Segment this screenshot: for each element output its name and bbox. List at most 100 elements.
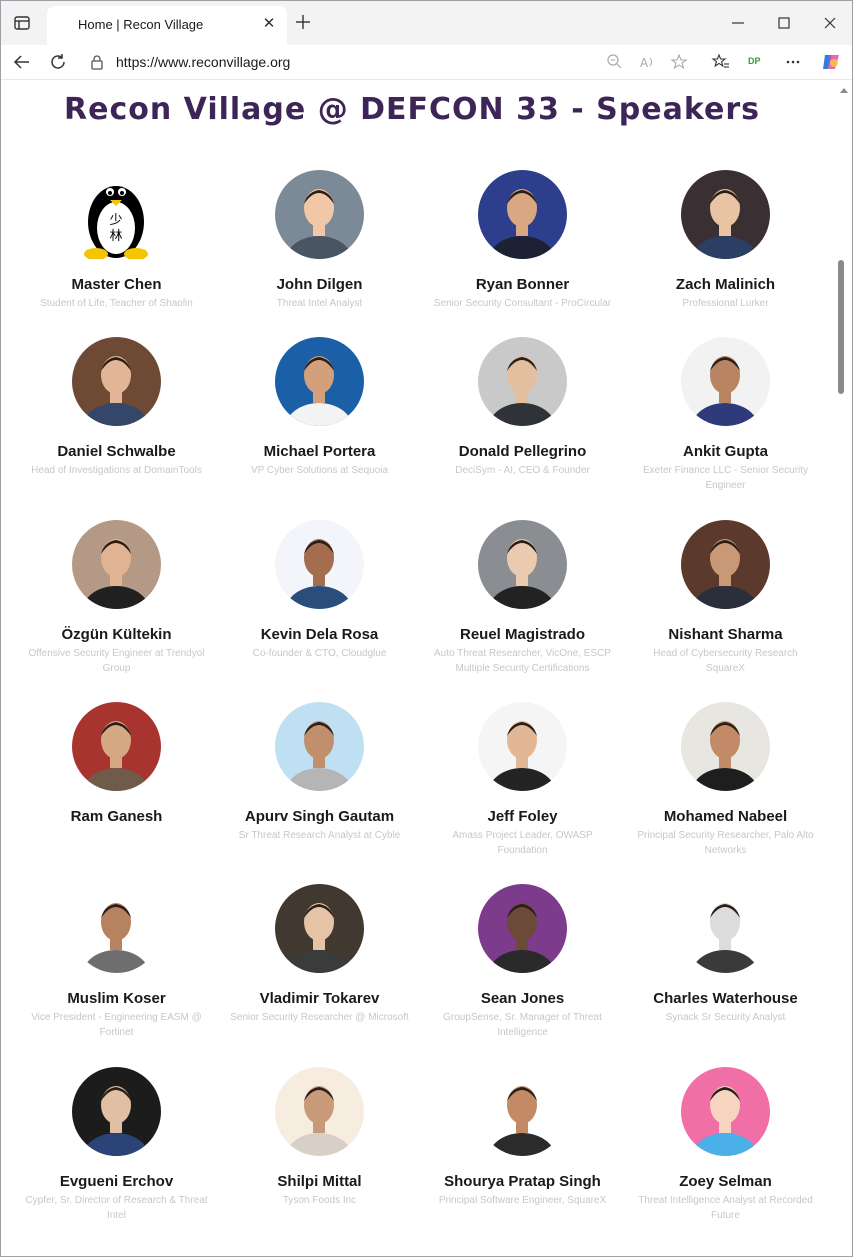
profile-badge[interactable]: DP <box>748 56 761 66</box>
address-bar[interactable]: https://www.reconvillage.org <box>116 54 290 70</box>
speaker-role: Cypfer, Sr. Director of Research & Threa… <box>25 1195 208 1221</box>
speaker-photo[interactable] <box>478 170 567 259</box>
speaker-role: Senior Security Consultant - ProCircular <box>433 298 612 309</box>
speaker-photo[interactable] <box>478 520 567 609</box>
window-close-icon[interactable] <box>820 13 840 33</box>
speaker-name[interactable]: Nishant Sharma <box>624 626 827 643</box>
speaker-name[interactable]: Master Chen <box>15 276 218 293</box>
favorite-star-icon[interactable] <box>669 52 689 72</box>
speaker-role: Student of Life, Teacher of Shaolin <box>40 298 193 309</box>
speaker-name[interactable]: Shourya Pratap Singh <box>421 1173 624 1190</box>
speaker-name[interactable]: Mohamed Nabeel <box>624 808 827 825</box>
speaker-name[interactable]: Vladimir Tokarev <box>218 990 421 1007</box>
speaker-role: Threat Intelligence Analyst at Recorded … <box>638 1195 813 1221</box>
speaker-name[interactable]: Sean Jones <box>421 990 624 1007</box>
more-options-icon[interactable] <box>783 52 803 72</box>
speaker-name[interactable]: Ryan Bonner <box>421 276 624 293</box>
speaker-role: Auto Threat Researcher, VicOne, ESCP Mul… <box>434 648 611 674</box>
speaker-role: Tyson Foods Inc <box>282 1195 357 1206</box>
address-toolbar: https://www.reconvillage.org A DP <box>1 45 852 80</box>
maximize-icon[interactable] <box>774 13 794 33</box>
minimize-icon[interactable] <box>728 13 748 33</box>
speaker-name[interactable]: John Dilgen <box>218 276 421 293</box>
speaker-name[interactable]: Zach Malinich <box>624 276 827 293</box>
speaker-name[interactable]: Apurv Singh Gautam <box>218 808 421 825</box>
speaker-photo[interactable] <box>275 170 364 259</box>
speaker-photo[interactable] <box>275 337 364 426</box>
zoom-out-icon[interactable] <box>605 52 625 72</box>
speaker-role: Exeter Finance LLC - Senior Security Eng… <box>642 465 809 491</box>
svg-text:少: 少 <box>109 213 122 228</box>
speaker-photo[interactable] <box>681 1067 770 1156</box>
new-tab-icon[interactable] <box>293 12 313 32</box>
speaker-role: Sr Threat Research Analyst at Cyble <box>238 830 401 841</box>
tab-title: Home | Recon Village <box>78 17 204 32</box>
lock-icon[interactable] <box>90 54 104 70</box>
speaker-role: GroupSense, Sr. Manager of Threat Intell… <box>443 1012 602 1038</box>
speaker-photo[interactable] <box>478 702 567 791</box>
speaker-photo[interactable] <box>478 1067 567 1156</box>
vertical-scrollbar[interactable] <box>835 80 852 1256</box>
speaker-role: Professional Lurker <box>682 298 769 309</box>
speaker-role: DeciSym - AI, CEO & Founder <box>455 465 590 476</box>
speaker-role: Amass Project Leader, OWASP Foundation <box>452 830 593 856</box>
page-title: Recon Village @ DEFCON 33 - Speakers <box>64 92 760 127</box>
copilot-icon[interactable] <box>820 51 842 73</box>
svg-text:林: 林 <box>109 229 122 244</box>
speaker-photo[interactable] <box>681 170 770 259</box>
favorites-list-icon[interactable] <box>711 52 731 72</box>
speaker-name[interactable]: Zoey Selman <box>624 1173 827 1190</box>
speaker-photo[interactable] <box>478 884 567 973</box>
speaker-photo[interactable] <box>478 337 567 426</box>
speaker-role: Synack Sr Security Analyst <box>665 1012 786 1023</box>
speaker-photo[interactable] <box>72 1067 161 1156</box>
speaker-photo[interactable] <box>681 337 770 426</box>
speaker-role: VP Cyber Solutions at Sequoia <box>250 465 389 476</box>
speaker-name[interactable]: Ram Ganesh <box>15 808 218 825</box>
speaker-photo[interactable] <box>275 520 364 609</box>
speaker-name[interactable]: Michael Portera <box>218 443 421 460</box>
speaker-photo[interactable] <box>681 884 770 973</box>
penguin-avatar-icon[interactable]: 少林 <box>72 170 161 259</box>
speaker-name[interactable]: Jeff Foley <box>421 808 624 825</box>
scroll-thumb[interactable] <box>838 260 844 394</box>
speaker-name[interactable]: Evgueni Erchov <box>15 1173 218 1190</box>
speaker-role: Offensive Security Engineer at Trendyol … <box>28 648 205 674</box>
speaker-photo[interactable] <box>681 702 770 791</box>
speaker-photo[interactable] <box>72 520 161 609</box>
speaker-role: Head of Cybersecurity Research SquareX <box>653 648 798 674</box>
page-content: Recon Village @ DEFCON 33 - Speakers 少林 M… <box>1 80 852 1256</box>
speaker-name[interactable]: Charles Waterhouse <box>624 990 827 1007</box>
speaker-role: Vice President - Engineering EASM @ Fort… <box>31 1012 202 1038</box>
speaker-name[interactable]: Özgün Kültekin <box>15 626 218 643</box>
tab-actions-icon[interactable] <box>13 14 31 32</box>
speaker-photo[interactable] <box>72 702 161 791</box>
speaker-name[interactable]: Muslim Koser <box>15 990 218 1007</box>
speaker-role: Principal Software Engineer, SquareX <box>438 1195 607 1206</box>
title-bar: Home | Recon Village ✕ <box>1 1 852 45</box>
speaker-photo[interactable] <box>72 884 161 973</box>
speaker-name[interactable]: Daniel Schwalbe <box>15 443 218 460</box>
speaker-photo[interactable] <box>72 337 161 426</box>
speaker-role: Threat Intel Analyst <box>276 298 363 309</box>
speaker-name[interactable]: Donald Pellegrino <box>421 443 624 460</box>
speaker-role: Principal Security Researcher, Palo Alto… <box>637 830 814 856</box>
speaker-name[interactable]: Ankit Gupta <box>624 443 827 460</box>
read-aloud-icon[interactable]: A <box>637 52 657 72</box>
speaker-role: Co-founder & CTO, Cloudglue <box>252 648 387 659</box>
browser-window: Home | Recon Village ✕ https://www.recon… <box>0 0 853 1257</box>
back-arrow-icon[interactable] <box>11 51 33 73</box>
speaker-name[interactable]: Shilpi Mittal <box>218 1173 421 1190</box>
speaker-photo[interactable] <box>275 702 364 791</box>
speaker-name[interactable]: Kevin Dela Rosa <box>218 626 421 643</box>
speaker-photo[interactable] <box>275 1067 364 1156</box>
speaker-photo[interactable] <box>275 884 364 973</box>
speaker-name[interactable]: Reuel Magistrado <box>421 626 624 643</box>
speaker-role: Head of Investigations at DomainTools <box>31 465 202 476</box>
browser-tab[interactable]: Home | Recon Village ✕ <box>47 6 287 45</box>
scroll-up-arrow-icon[interactable] <box>840 88 848 93</box>
refresh-icon[interactable] <box>47 51 69 73</box>
speaker-photo[interactable] <box>681 520 770 609</box>
close-icon[interactable]: ✕ <box>261 16 277 32</box>
svg-text:A: A <box>640 56 649 70</box>
